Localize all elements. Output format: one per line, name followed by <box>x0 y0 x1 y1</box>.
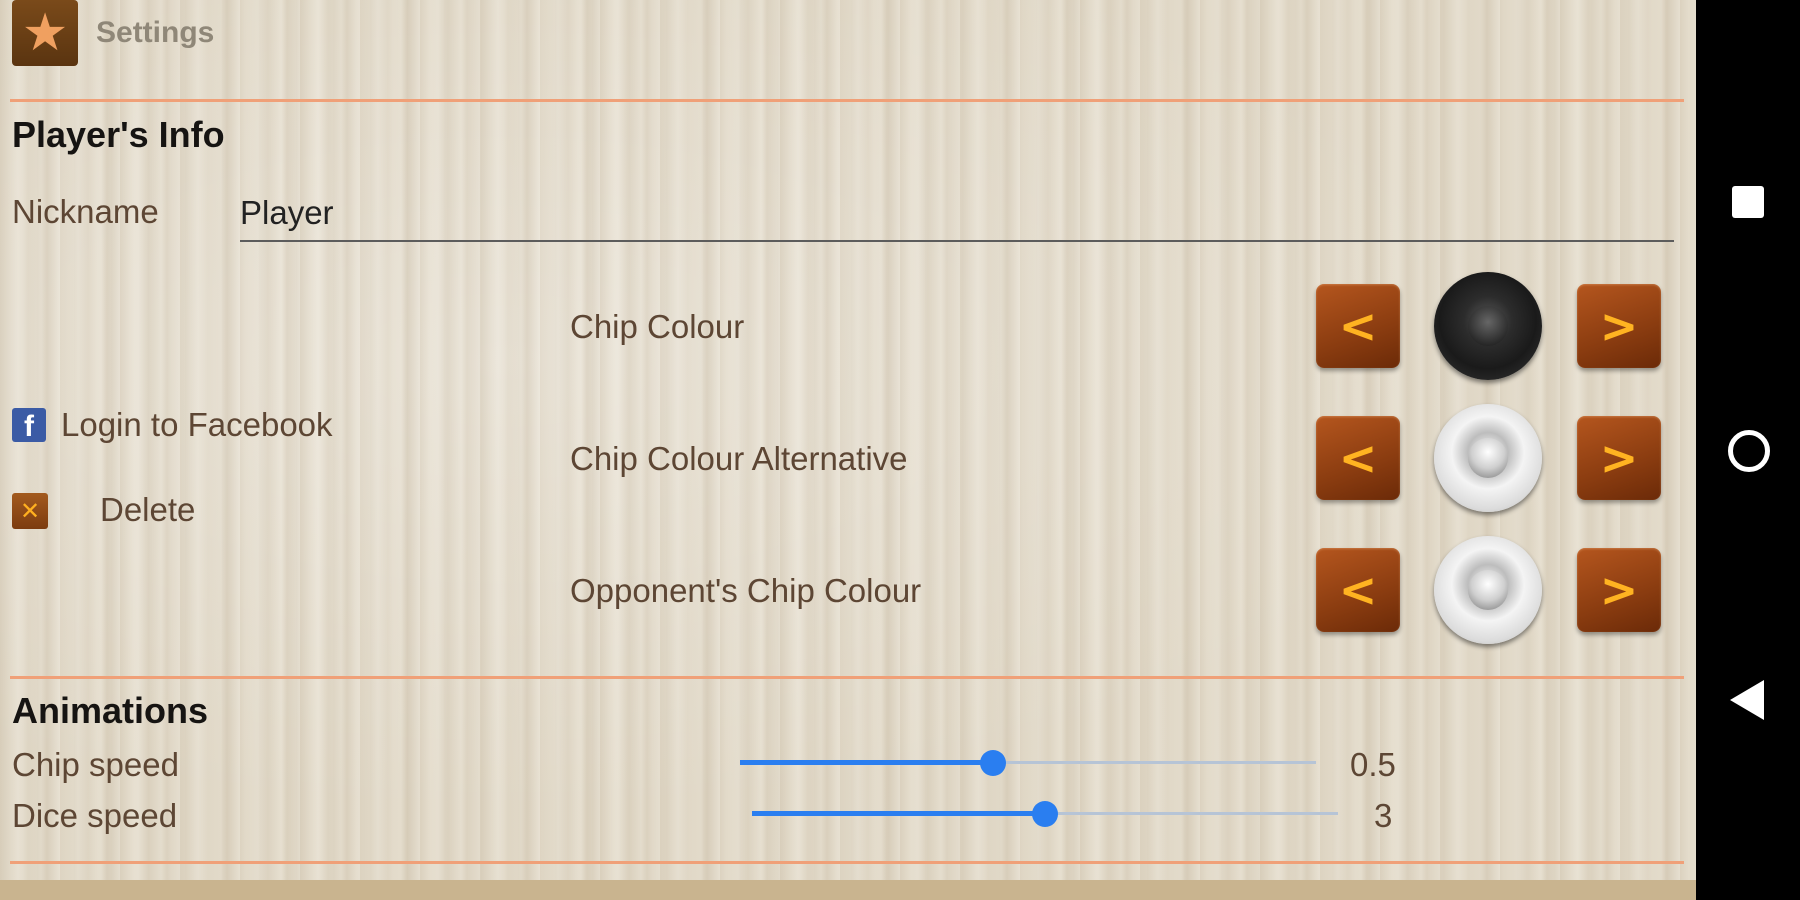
chip-colour-alt-next-button[interactable]: > <box>1577 416 1661 500</box>
slider-fill <box>740 760 994 765</box>
chip-colour-next-button[interactable]: > <box>1577 284 1661 368</box>
login-facebook-button[interactable]: Login to Facebook <box>61 406 333 444</box>
opponent-chip-colour-prev-button[interactable]: < <box>1316 548 1400 632</box>
home-icon[interactable] <box>1728 430 1770 472</box>
chip-colour-alt-label: Chip Colour Alternative <box>570 440 908 477</box>
system-nav-bar <box>1696 0 1800 900</box>
chip-colour-label: Chip Colour <box>570 308 745 345</box>
divider <box>10 99 1684 102</box>
recent-apps-icon[interactable] <box>1732 186 1764 218</box>
back-icon[interactable] <box>1730 680 1764 720</box>
divider <box>10 861 1684 864</box>
slider-thumb[interactable] <box>1032 801 1058 827</box>
chip-colour-alt-preview <box>1434 404 1542 512</box>
dice-speed-slider[interactable] <box>752 799 1338 829</box>
delete-icon[interactable]: ✕ <box>12 493 48 529</box>
animations-heading: Animations <box>12 690 209 731</box>
dice-speed-value: 3 <box>1374 797 1393 834</box>
star-icon[interactable]: ★ <box>12 0 78 66</box>
opponent-chip-colour-next-button[interactable]: > <box>1577 548 1661 632</box>
divider <box>10 676 1684 679</box>
nickname-input[interactable] <box>240 186 1674 242</box>
settings-screen: ★ Settings Player's Info Nickname f Logi… <box>0 0 1696 900</box>
nickname-label: Nickname <box>12 193 159 230</box>
chip-colour-alt-prev-button[interactable]: < <box>1316 416 1400 500</box>
slider-thumb[interactable] <box>980 750 1007 776</box>
opponent-chip-colour-preview <box>1434 536 1542 644</box>
opponent-chip-colour-label: Opponent's Chip Colour <box>570 572 922 609</box>
delete-button[interactable]: Delete <box>100 491 195 529</box>
chip-speed-value: 0.5 <box>1350 746 1396 783</box>
app-title: Settings <box>96 16 215 49</box>
chip-colour-preview <box>1434 272 1542 380</box>
facebook-icon[interactable]: f <box>12 408 46 443</box>
chip-speed-label: Chip speed <box>12 746 179 783</box>
bottom-strip <box>0 880 1696 900</box>
players-info-heading: Player's Info <box>12 114 225 155</box>
slider-fill <box>752 811 1045 816</box>
chip-colour-prev-button[interactable]: < <box>1316 284 1400 368</box>
chip-speed-slider[interactable] <box>740 748 1316 778</box>
dice-speed-label: Dice speed <box>12 797 178 834</box>
